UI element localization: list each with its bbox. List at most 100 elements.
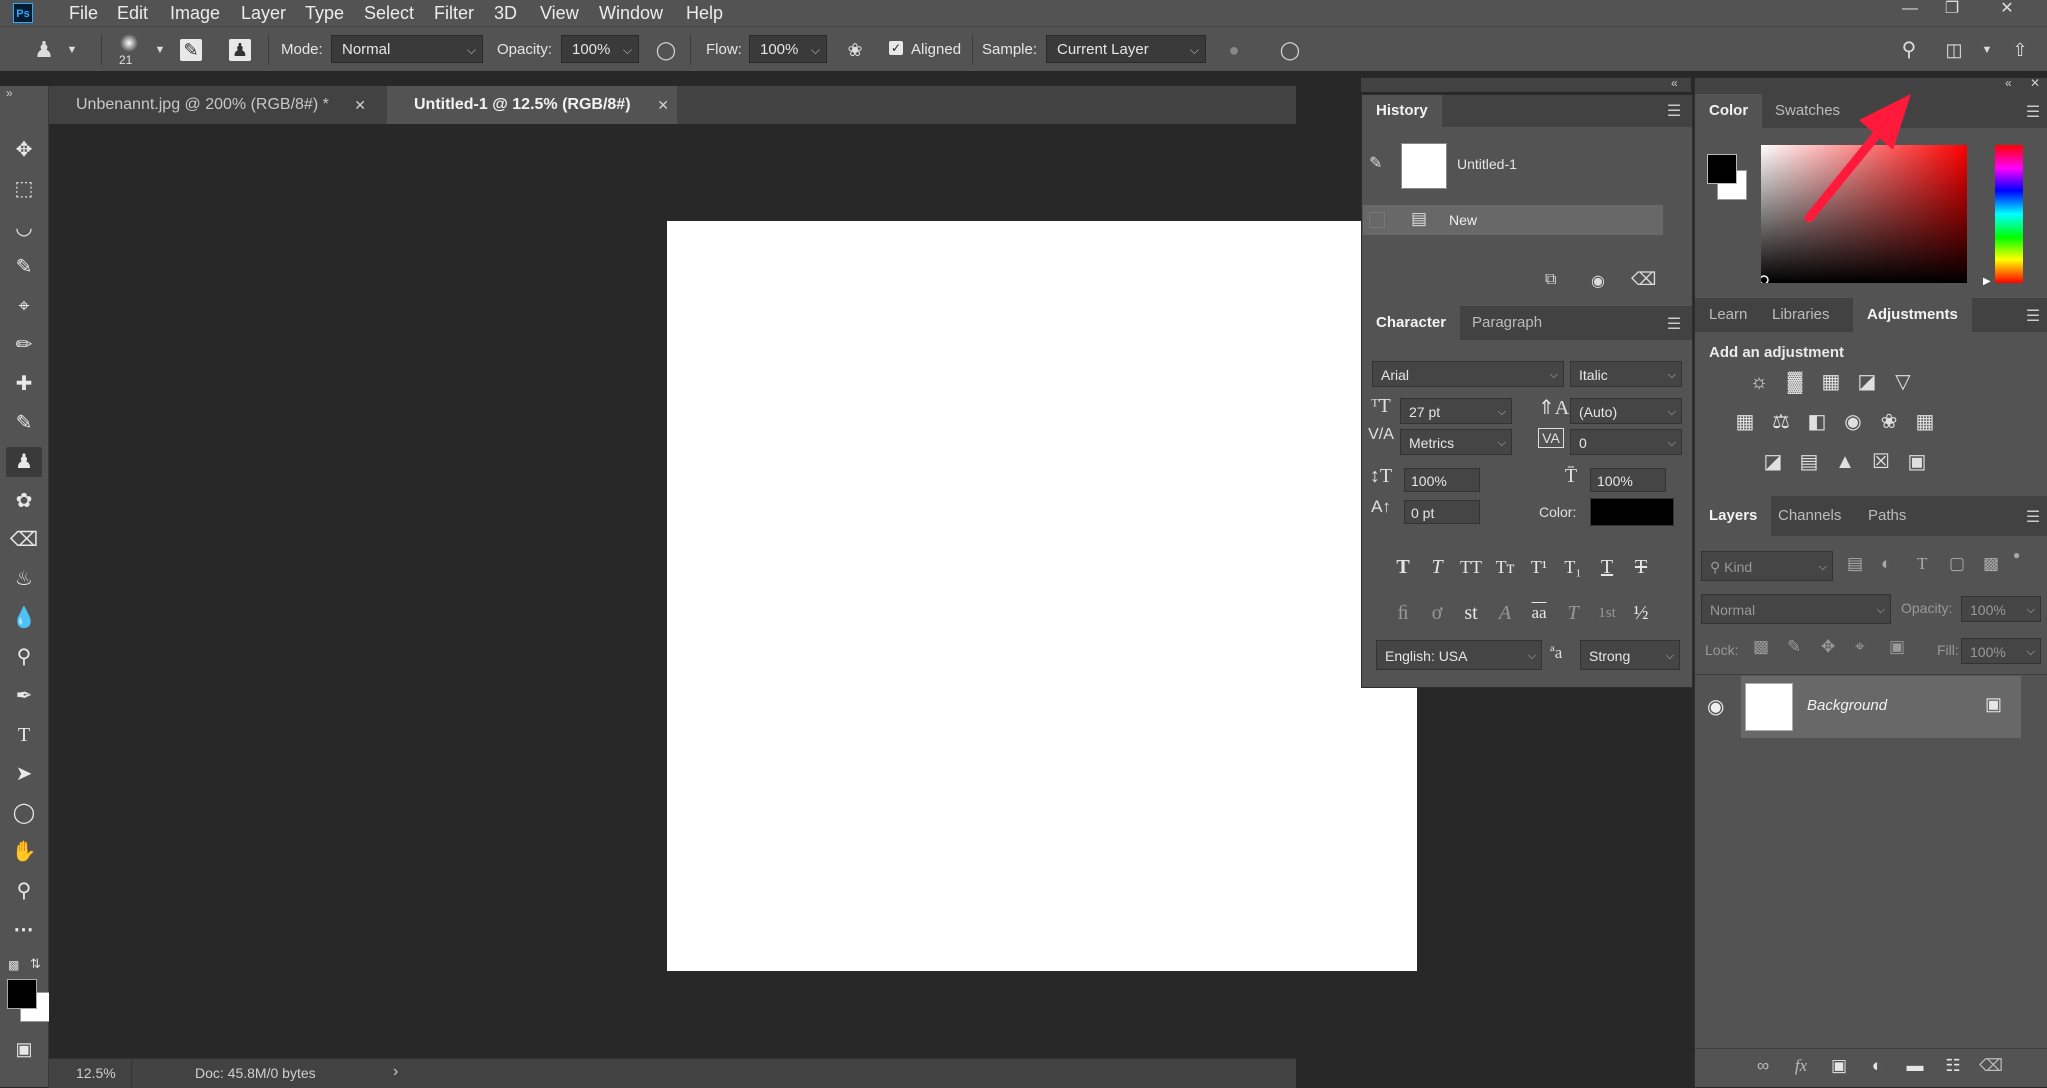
lock-position-icon[interactable]: ✥: [1821, 637, 1835, 657]
history-brush-source-icon[interactable]: ✎: [1369, 153, 1382, 173]
quick-mask-icon[interactable]: ▣: [6, 1034, 42, 1064]
channel-mixer-icon[interactable]: ❀: [1875, 408, 1903, 436]
fx-icon[interactable]: fx: [1787, 1052, 1815, 1080]
hue-slider-thumb-icon[interactable]: ▶: [1983, 276, 1991, 287]
new-group-icon[interactable]: ▬: [1901, 1052, 1929, 1080]
selective-color-icon[interactable]: ☒: [1867, 448, 1895, 476]
tab-channels[interactable]: Channels: [1764, 496, 1855, 536]
lock-artboard-icon[interactable]: ⌖: [1855, 637, 1865, 657]
levels-icon[interactable]: ▓: [1781, 368, 1809, 396]
history-brush-tool-icon[interactable]: ✿: [6, 486, 42, 516]
text-color-swatch[interactable]: [1590, 498, 1674, 526]
minimize-icon[interactable]: —: [1893, 0, 1927, 18]
vertical-scale-input[interactable]: 100%: [1404, 468, 1480, 492]
stylistic-alternates-button[interactable]: st: [1456, 598, 1486, 628]
curves-icon[interactable]: ▦: [1817, 368, 1845, 396]
panel-menu-icon[interactable]: ☰: [2025, 306, 2041, 325]
pen-tool-icon[interactable]: ✒: [6, 681, 42, 711]
panel-menu-icon[interactable]: ☰: [1666, 314, 1682, 333]
panel-menu-icon[interactable]: ☰: [1666, 101, 1682, 120]
eye-icon[interactable]: ◉: [1707, 694, 1724, 719]
superscript-button[interactable]: T¹: [1524, 552, 1554, 582]
layer-visibility-toggle[interactable]: ◉: [1695, 676, 1741, 738]
fractions-button[interactable]: ½: [1626, 598, 1656, 628]
strikethrough-button[interactable]: T: [1626, 552, 1656, 582]
underline-button[interactable]: T: [1592, 552, 1622, 582]
path-selection-tool-icon[interactable]: ➤: [6, 759, 42, 789]
new-layer-icon[interactable]: ☷: [1939, 1052, 1967, 1080]
baseline-shift-input[interactable]: 0 pt: [1404, 500, 1480, 524]
vibrance-icon[interactable]: ▽: [1889, 368, 1917, 396]
menu-filter[interactable]: Filter: [434, 0, 474, 26]
adjustment-filter-icon[interactable]: ◐: [1881, 554, 1891, 574]
tracking-dropdown[interactable]: 0 ⌵: [1570, 429, 1682, 455]
camera-icon[interactable]: ◉: [1591, 271, 1605, 291]
horizontal-scale-input[interactable]: 100%: [1590, 468, 1666, 492]
add-mask-icon[interactable]: ▣: [1825, 1052, 1853, 1080]
tab-paths[interactable]: Paths: [1854, 496, 1920, 536]
font-style-dropdown[interactable]: Italic ⌵: [1570, 361, 1682, 387]
swap-colors-icon[interactable]: ⇅: [30, 956, 46, 972]
tab-character[interactable]: Character: [1362, 306, 1461, 340]
clone-source-icon[interactable]: ♟: [229, 39, 251, 61]
new-document-from-state-icon[interactable]: ⧉: [1545, 271, 1556, 289]
tab-untitled-1[interactable]: Untitled-1 @ 12.5% (RGB/8#) ✕: [387, 86, 677, 124]
color-lookup-icon[interactable]: ▦: [1911, 408, 1939, 436]
tab-libraries[interactable]: Libraries: [1758, 298, 1844, 332]
brush-preview-icon[interactable]: [116, 33, 142, 53]
layer-opacity-input[interactable]: 100% ⌵: [1961, 596, 2041, 622]
tab-adjustments[interactable]: Adjustments: [1853, 298, 1972, 332]
layer-filter-dropdown[interactable]: ⚲ Kind ⌵: [1701, 551, 1833, 581]
fill-input[interactable]: 100% ⌵: [1961, 638, 2041, 664]
healing-brush-tool-icon[interactable]: ✚: [6, 369, 42, 399]
photo-filter-icon[interactable]: ◉: [1839, 408, 1867, 436]
menu-window[interactable]: Window: [599, 0, 663, 26]
type-tool-icon[interactable]: T: [6, 720, 42, 750]
menu-layer[interactable]: Layer: [241, 0, 286, 26]
tab-color[interactable]: Color: [1695, 94, 1763, 128]
font-family-dropdown[interactable]: Arial ⌵: [1372, 361, 1564, 387]
tab-history[interactable]: History: [1362, 95, 1442, 127]
mode-dropdown[interactable]: Normal ⌵: [331, 35, 483, 63]
clone-stamp-tool-icon[interactable]: ♟: [33, 39, 55, 61]
menu-help[interactable]: Help: [686, 0, 723, 26]
status-menu-arrow-icon[interactable]: ›: [393, 1063, 398, 1081]
opacity-input[interactable]: 100% ⌵: [561, 35, 639, 63]
menu-view[interactable]: View: [540, 0, 579, 26]
move-tool-icon[interactable]: ✥: [6, 135, 42, 165]
filter-toggle-icon[interactable]: ●: [2013, 548, 2020, 562]
hue-slider[interactable]: [1995, 145, 2023, 283]
close-tab-icon[interactable]: ✕: [657, 86, 669, 124]
threshold-icon[interactable]: ▲: [1831, 448, 1859, 476]
paint-bucket-tool-icon[interactable]: ♨: [6, 564, 42, 594]
menu-type[interactable]: Type: [305, 0, 344, 26]
tool-preset-chevron-icon[interactable]: ▼: [61, 39, 83, 61]
collapse-panel-icon[interactable]: «: [2005, 76, 2012, 90]
ligatures-button[interactable]: ﬁ: [1388, 598, 1418, 628]
titling-alternates-button[interactable]: aa: [1524, 598, 1554, 628]
faux-bold-button[interactable]: T: [1388, 552, 1418, 582]
panel-menu-icon[interactable]: ☰: [2025, 507, 2041, 526]
black-white-icon[interactable]: ◧: [1803, 408, 1831, 436]
history-state[interactable]: ▤ New: [1363, 205, 1663, 235]
exposure-icon[interactable]: ◪: [1853, 368, 1881, 396]
menu-edit[interactable]: Edit: [117, 0, 148, 26]
hand-tool-icon[interactable]: ✋: [6, 837, 42, 867]
trash-icon[interactable]: ⌫: [1631, 269, 1656, 290]
faux-italic-button[interactable]: T: [1422, 552, 1452, 582]
swash-button[interactable]: A: [1490, 598, 1520, 628]
brush-chevron-icon[interactable]: ▼: [149, 39, 171, 61]
flow-input[interactable]: 100% ⌵: [749, 35, 827, 63]
clone-stamp-tool-icon[interactable]: ♟: [6, 447, 42, 477]
blend-mode-dropdown[interactable]: Normal ⌵: [1701, 594, 1891, 624]
color-balance-icon[interactable]: ⚖: [1767, 408, 1795, 436]
history-brush-slot[interactable]: [1369, 212, 1385, 228]
invert-icon[interactable]: ◪: [1759, 448, 1787, 476]
close-tab-icon[interactable]: ✕: [354, 86, 366, 124]
leading-input[interactable]: (Auto) ⌵: [1570, 398, 1682, 424]
menu-3d[interactable]: 3D: [494, 0, 517, 26]
layer-row-background[interactable]: Background ▣: [1741, 676, 2021, 738]
lock-transparent-pixels-icon[interactable]: ▩: [1753, 637, 1769, 657]
pixel-filter-icon[interactable]: ▤: [1847, 554, 1863, 574]
hue-saturation-icon[interactable]: ▦: [1731, 408, 1759, 436]
